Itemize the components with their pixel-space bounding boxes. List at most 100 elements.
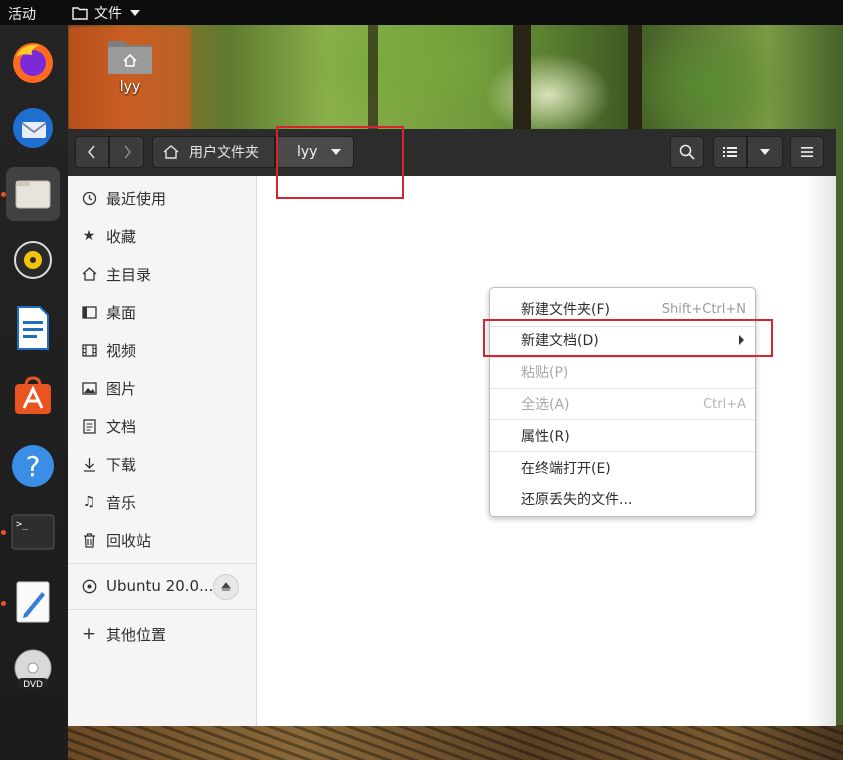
search-button[interactable] [670, 136, 704, 168]
menu-divider [490, 419, 755, 420]
dock-terminal[interactable]: >_ [6, 505, 60, 559]
menu-item-select-all[interactable]: 全选(A) Ctrl+A [490, 389, 755, 419]
dock-text-editor[interactable] [6, 575, 60, 629]
sidebar-item-label: 图片 [106, 379, 137, 398]
chevron-left-icon [88, 145, 95, 159]
sidebar-divider [68, 609, 256, 610]
eject-button[interactable] [213, 574, 239, 600]
running-indicator [1, 601, 6, 606]
text-editor-icon [16, 581, 50, 623]
dock: ? >_ DVD [0, 25, 68, 760]
sidebar-item-label: Ubuntu 20.0... [106, 577, 214, 595]
menu-item-label: 还原丢失的文件... [521, 492, 633, 508]
chevron-down-icon [760, 149, 770, 155]
sidebar-item-recent[interactable]: 最近使用 [68, 180, 256, 216]
menu-item-label: 粘贴(P) [521, 365, 569, 381]
forward-button[interactable] [109, 136, 144, 168]
dock-rhythmbox[interactable] [6, 233, 60, 287]
menu-divider [490, 451, 755, 452]
plus-icon: + [81, 624, 97, 644]
thunderbird-icon [13, 108, 53, 148]
sidebar: 最近使用 ★ 收藏 主目录 桌面 视频 图片 文档 下载 ♫ 音乐 回收站 Ub… [68, 176, 257, 726]
chevron-down-icon [130, 10, 140, 16]
wallpaper-ground [68, 725, 843, 760]
sidebar-item-downloads[interactable]: 下载 [68, 446, 256, 482]
rhythmbox-icon [14, 241, 52, 279]
menu-item-label: 属性(R) [521, 429, 570, 445]
sidebar-item-trash[interactable]: 回收站 [68, 522, 256, 558]
sidebar-item-label: 音乐 [106, 493, 137, 512]
wallpaper-tree [513, 25, 531, 130]
top-bar: 活动 文件 [0, 0, 843, 25]
dock-thunderbird[interactable] [6, 101, 60, 155]
sidebar-item-label: 文档 [106, 417, 137, 436]
activities-button[interactable]: 活动 [8, 4, 36, 24]
back-button[interactable] [75, 136, 109, 168]
menu-item-shortcut: Ctrl+A [703, 396, 746, 412]
desktop-icon [81, 305, 97, 319]
sidebar-item-pictures[interactable]: 图片 [68, 370, 256, 406]
libreoffice-writer-icon [17, 306, 49, 350]
dvd-icon: DVD [14, 649, 52, 690]
image-icon [81, 381, 97, 395]
wallpaper-tree [368, 25, 378, 130]
menu-item-label: 新建文件夹(F) [521, 302, 610, 318]
app-menu[interactable]: 文件 [72, 3, 140, 23]
folder-icon [72, 7, 88, 20]
app-menu-label: 文件 [94, 6, 122, 22]
desktop-folder-lyy[interactable]: lyy [69, 27, 191, 129]
terminal-icon: >_ [11, 514, 55, 550]
music-icon: ♫ [82, 494, 96, 510]
menu-item-paste[interactable]: 粘贴(P) [490, 357, 755, 387]
highlight-box-new-document [483, 319, 773, 357]
svg-text:>_: >_ [16, 519, 29, 530]
list-view-button[interactable] [713, 136, 747, 168]
sidebar-item-starred[interactable]: ★ 收藏 [68, 218, 256, 254]
sidebar-item-videos[interactable]: 视频 [68, 332, 256, 368]
sidebar-item-label: 收藏 [106, 227, 137, 246]
window-edge-shadow [806, 176, 836, 726]
files-icon [15, 180, 51, 209]
header-bar: 用户文件夹 lyy [68, 129, 836, 177]
trash-icon [81, 532, 97, 548]
sidebar-item-music[interactable]: ♫ 音乐 [68, 484, 256, 520]
clock-icon [81, 191, 97, 206]
firefox-icon [13, 43, 53, 83]
path-home-button[interactable]: 用户文件夹 [152, 136, 275, 168]
software-center-icon [15, 376, 51, 414]
list-view-icon [723, 147, 737, 157]
menu-item-restore-missing[interactable]: 还原丢失的文件... [490, 484, 755, 514]
film-icon [81, 343, 97, 357]
dock-dvd[interactable]: DVD [6, 643, 60, 697]
sidebar-item-label: 桌面 [106, 303, 137, 322]
sidebar-item-other-locations[interactable]: + 其他位置 [68, 616, 256, 652]
menu-item-label: 全选(A) [521, 397, 570, 413]
dock-files[interactable] [6, 167, 60, 221]
menu-button[interactable] [790, 136, 824, 168]
chevron-right-icon [123, 145, 131, 159]
menu-item-open-terminal[interactable]: 在终端打开(E) [490, 453, 755, 483]
home-icon [81, 267, 97, 281]
view-options-button[interactable] [747, 136, 783, 168]
download-icon [81, 457, 97, 472]
sidebar-item-label: 其他位置 [106, 625, 167, 644]
home-icon [163, 145, 179, 159]
hamburger-icon [801, 147, 813, 157]
sidebar-item-desktop[interactable]: 桌面 [68, 294, 256, 330]
help-icon: ? [12, 445, 54, 487]
sidebar-item-documents[interactable]: 文档 [68, 408, 256, 444]
wallpaper-tree [628, 25, 642, 130]
dock-help[interactable]: ? [6, 439, 60, 493]
sidebar-item-home[interactable]: 主目录 [68, 256, 256, 292]
document-icon [81, 418, 97, 434]
running-indicator [1, 192, 6, 197]
sidebar-divider [68, 563, 256, 564]
svg-text:?: ? [26, 450, 41, 483]
menu-item-properties[interactable]: 属性(R) [490, 421, 755, 451]
running-indicator [1, 530, 6, 535]
dock-software[interactable] [6, 369, 60, 423]
dock-writer[interactable] [6, 301, 60, 355]
desktop-folder-label: lyy [119, 79, 141, 95]
eject-icon [221, 582, 231, 591]
dock-firefox[interactable] [6, 35, 60, 89]
